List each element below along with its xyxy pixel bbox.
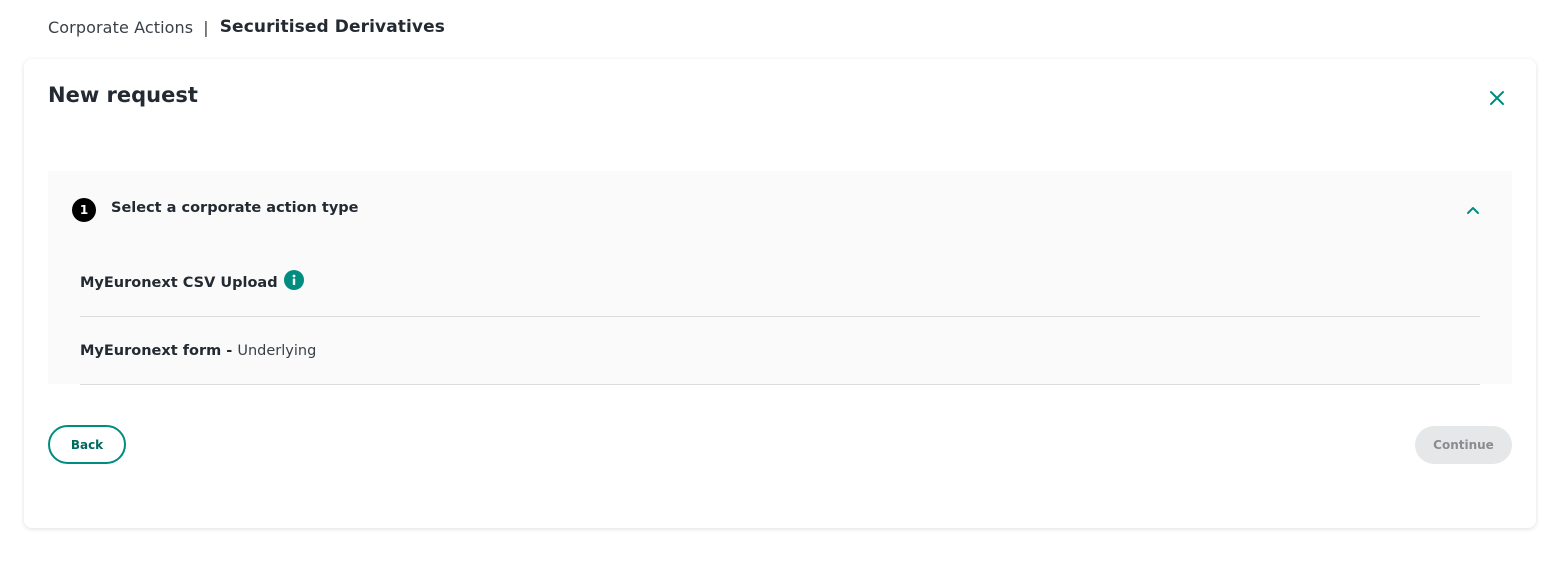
new-request-card: New request 1 Select a corporate action … [24,59,1536,528]
step-number-badge: 1 [72,198,96,222]
close-button[interactable] [1486,87,1508,109]
step-title: Select a corporate action type [111,200,359,216]
close-icon [1490,91,1504,105]
breadcrumb-parent[interactable]: Corporate Actions [48,18,193,37]
option-label: MyEuronext CSV Upload [80,274,278,291]
breadcrumb-current: Securitised Derivatives [219,17,445,37]
breadcrumb-separator: | [203,17,209,37]
page-title: New request [48,83,198,107]
option-sublabel: Underlying [237,342,317,359]
step-header[interactable]: 1 Select a corporate action type [48,171,1512,249]
option-form-underlying[interactable]: MyEuronext form - Underlying [80,317,1480,385]
continue-button[interactable]: Continue [1415,426,1512,464]
back-button[interactable]: Back [48,425,126,464]
breadcrumb: Corporate Actions | Securitised Derivati… [48,14,445,40]
chevron-up-icon[interactable] [1464,201,1482,219]
info-icon[interactable] [283,269,304,290]
option-csv-upload[interactable]: MyEuronext CSV Upload [80,249,1480,317]
option-label: MyEuronext form - [80,342,238,359]
step-panel: 1 Select a corporate action type MyEuron… [48,171,1512,385]
